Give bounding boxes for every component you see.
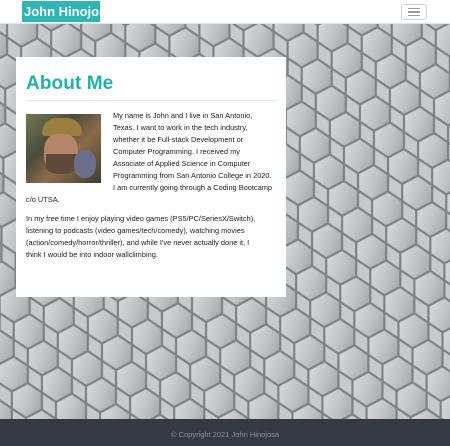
brand-link[interactable]: John Hinojosa	[22, 1, 100, 22]
hamburger-menu-icon	[408, 7, 420, 10]
about-title: About Me	[26, 73, 114, 94]
navbar-toggle-button[interactable]	[401, 4, 427, 20]
about-paragraph-1: My name is John and I live in San Antoni…	[26, 111, 272, 204]
copyright-text: © Copyright 2021 John Hinojosa	[170, 430, 280, 439]
about-paragraph-2: In my free time I enjoy playing video ga…	[26, 214, 256, 259]
about-card: About Me My name is John and I live in S…	[16, 57, 286, 297]
navbar: John Hinojosa	[0, 0, 450, 24]
profile-photo	[26, 114, 101, 183]
footer: © Copyright 2021 John Hinojosa	[0, 419, 450, 446]
divider	[26, 100, 276, 101]
